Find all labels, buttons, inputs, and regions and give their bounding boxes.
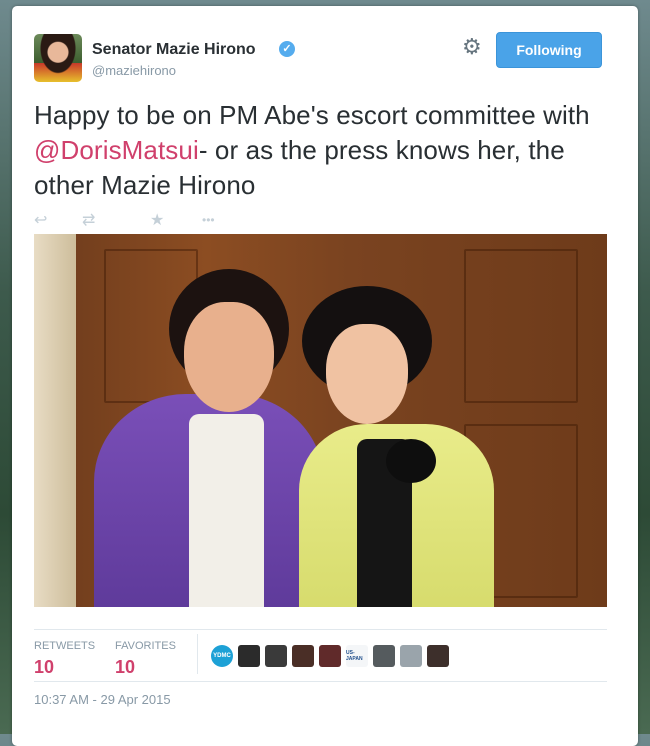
following-button[interactable]: Following: [496, 32, 602, 68]
photo-door-frame: [34, 234, 76, 607]
gear-icon[interactable]: ⚙: [462, 36, 482, 58]
user-avatar-5[interactable]: [319, 645, 341, 667]
photo-corsage: [386, 439, 436, 483]
ydmc-avatar[interactable]: YDMC: [211, 645, 233, 667]
favorite-icon[interactable]: ★: [150, 210, 164, 230]
more-icon[interactable]: •••: [202, 213, 215, 227]
retweet-icon[interactable]: ⇄: [82, 210, 95, 230]
favoriter-avatars: YDMC US-JAPAN: [211, 645, 449, 667]
user-avatar-3[interactable]: [265, 645, 287, 667]
tweet-photo[interactable]: [34, 234, 607, 607]
favorites-label[interactable]: FAVORITES: [115, 640, 176, 652]
usjapan-avatar[interactable]: US-JAPAN: [346, 645, 368, 667]
user-avatar-2[interactable]: [238, 645, 260, 667]
user-avatar-4[interactable]: [292, 645, 314, 667]
user-handle[interactable]: @maziehirono: [92, 63, 176, 78]
user-avatar-8[interactable]: [400, 645, 422, 667]
retweets-count[interactable]: 10: [34, 657, 54, 678]
user-avatar-9[interactable]: [427, 645, 449, 667]
favorites-count[interactable]: 10: [115, 657, 135, 678]
user-avatar-7[interactable]: [373, 645, 395, 667]
photo-person-left-face: [184, 302, 274, 412]
divider: [34, 681, 607, 682]
stats-separator: [197, 634, 198, 674]
tweet-text: Happy to be on PM Abe's escort committee…: [34, 98, 604, 203]
timestamp[interactable]: 10:37 AM - 29 Apr 2015: [34, 692, 171, 707]
tweet-text-before: Happy to be on PM Abe's escort committee…: [34, 100, 590, 130]
retweets-label[interactable]: RETWEETS: [34, 640, 95, 652]
verified-badge-icon: ✓: [279, 41, 295, 57]
mention-link[interactable]: @DorisMatsui: [34, 135, 199, 165]
reply-icon[interactable]: ↩: [34, 210, 47, 230]
user-name[interactable]: Senator Mazie Hirono: [92, 41, 256, 59]
photo-person-right-face: [326, 324, 408, 424]
profile-avatar[interactable]: [34, 34, 82, 82]
divider: [34, 629, 607, 630]
photo-wood-panel: [464, 249, 578, 403]
photo-person-left-shirt: [189, 414, 264, 607]
